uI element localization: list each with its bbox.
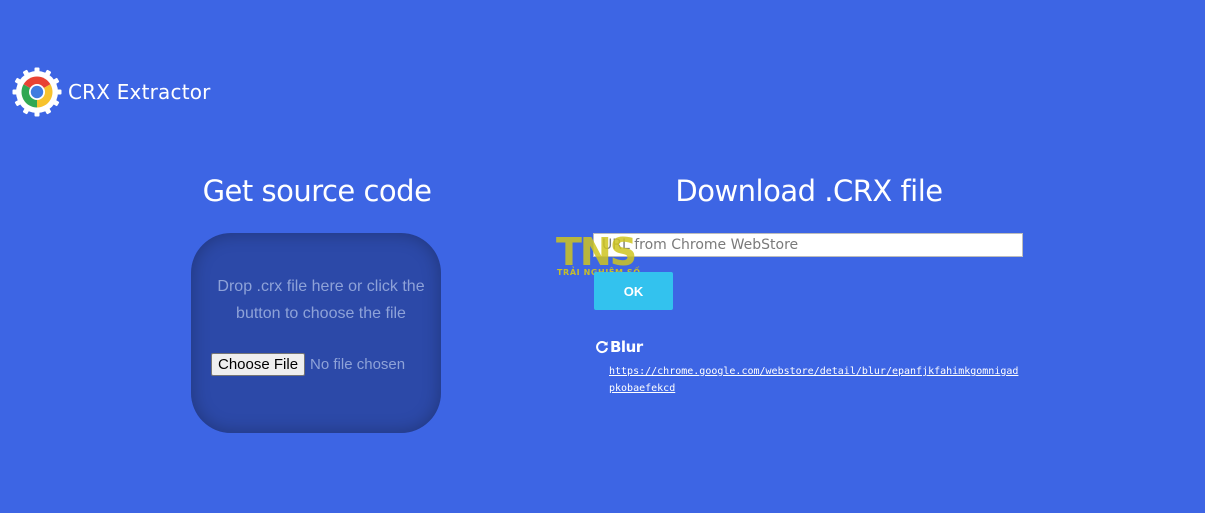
get-source-title: Get source code bbox=[202, 174, 432, 208]
file-status-text: No file chosen bbox=[310, 356, 406, 373]
brand-name: CRX Extractor bbox=[68, 80, 211, 104]
brand-logo[interactable]: CRX Extractor bbox=[12, 67, 211, 117]
recent-extension-link[interactable]: https://chrome.google.com/webstore/detai… bbox=[609, 363, 1023, 397]
recent-extension-name[interactable]: Blur bbox=[610, 338, 643, 356]
file-picker: Choose File No file chosen bbox=[211, 353, 405, 376]
download-crx-title: Download .CRX file bbox=[675, 174, 943, 208]
ok-button[interactable]: OK bbox=[594, 272, 673, 310]
dropzone-instructions: Drop .crx file here or click the button … bbox=[217, 278, 425, 322]
recent-extension: Blur https://chrome.google.com/webstore/… bbox=[595, 338, 1023, 397]
recent-extension-header: Blur bbox=[595, 338, 1023, 356]
crx-dropzone[interactable]: Drop .crx file here or click the button … bbox=[191, 233, 441, 433]
webstore-url-input[interactable] bbox=[593, 233, 1023, 257]
choose-file-button[interactable]: Choose File bbox=[211, 353, 306, 376]
chrome-gear-logo-icon bbox=[12, 67, 62, 117]
refresh-icon bbox=[596, 341, 608, 354]
